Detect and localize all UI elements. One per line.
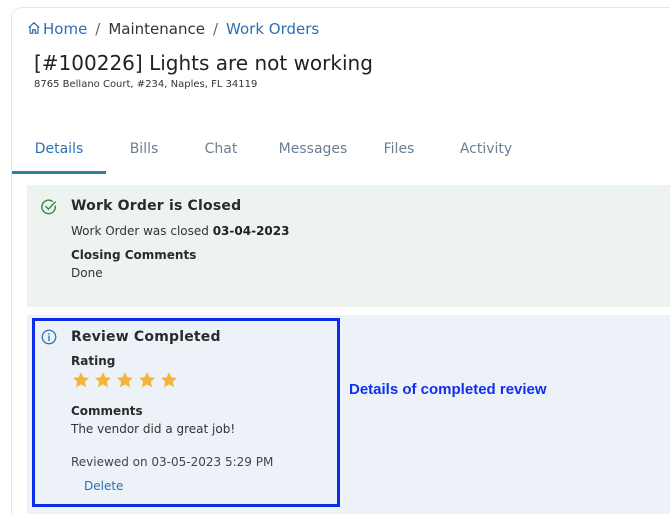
breadcrumb-maintenance[interactable]: Maintenance [108, 20, 205, 38]
page-title: [#100226] Lights are not working [34, 51, 373, 75]
delete-review-link[interactable]: Delete [84, 479, 123, 493]
review-comments-value: The vendor did a great job! [71, 422, 236, 436]
annotation-text: Details of completed review [349, 381, 547, 398]
rating-stars [71, 370, 179, 390]
star-icon [161, 372, 177, 388]
tab-details[interactable]: Details [12, 135, 106, 174]
star-icon [95, 372, 111, 388]
closing-comments-value: Done [71, 266, 103, 280]
tab-bar: Details Bills Chat Messages Files Activi… [12, 135, 540, 175]
breadcrumb-separator: / [95, 20, 101, 38]
star-icon [139, 372, 155, 388]
tab-activity[interactable]: Activity [432, 135, 540, 171]
review-comments-label: Comments [71, 404, 143, 418]
review-title: Review Completed [71, 329, 221, 345]
check-circle-icon [41, 199, 57, 215]
property-address: 8765 Bellano Court, #234, Naples, FL 341… [34, 79, 258, 90]
rating-label: Rating [71, 354, 116, 368]
breadcrumb-home[interactable]: Home [27, 20, 87, 38]
breadcrumb-separator: / [212, 20, 219, 38]
star-icon [73, 372, 89, 388]
closed-date-text: Work Order was closed [71, 224, 213, 238]
breadcrumb: Home / Maintenance / Work Orders [27, 20, 319, 38]
review-completed-panel: Review Completed Rating Comments The ven… [27, 315, 670, 514]
star-icon [117, 372, 133, 388]
closed-title: Work Order is Closed [71, 198, 242, 214]
closed-date: 03-04-2023 [212, 224, 290, 238]
home-icon [28, 22, 40, 34]
info-icon [41, 329, 57, 345]
breadcrumb-home-label: Home [43, 20, 88, 38]
breadcrumb-work-orders[interactable]: Work Orders [226, 20, 319, 38]
work-order-page: Home / Maintenance / Work Orders [#10022… [12, 8, 670, 514]
tab-files[interactable]: Files [366, 135, 432, 171]
closed-date-line: Work Order was closed 03-04-2023 [71, 224, 289, 238]
work-order-closed-panel: Work Order is Closed Work Order was clos… [27, 185, 670, 307]
reviewed-on-timestamp: Reviewed on 03-05-2023 5:29 PM [71, 455, 274, 469]
tab-bills[interactable]: Bills [106, 135, 182, 171]
closing-comments-label: Closing Comments [71, 248, 197, 262]
tab-messages[interactable]: Messages [260, 135, 366, 171]
tab-chat[interactable]: Chat [182, 135, 260, 171]
